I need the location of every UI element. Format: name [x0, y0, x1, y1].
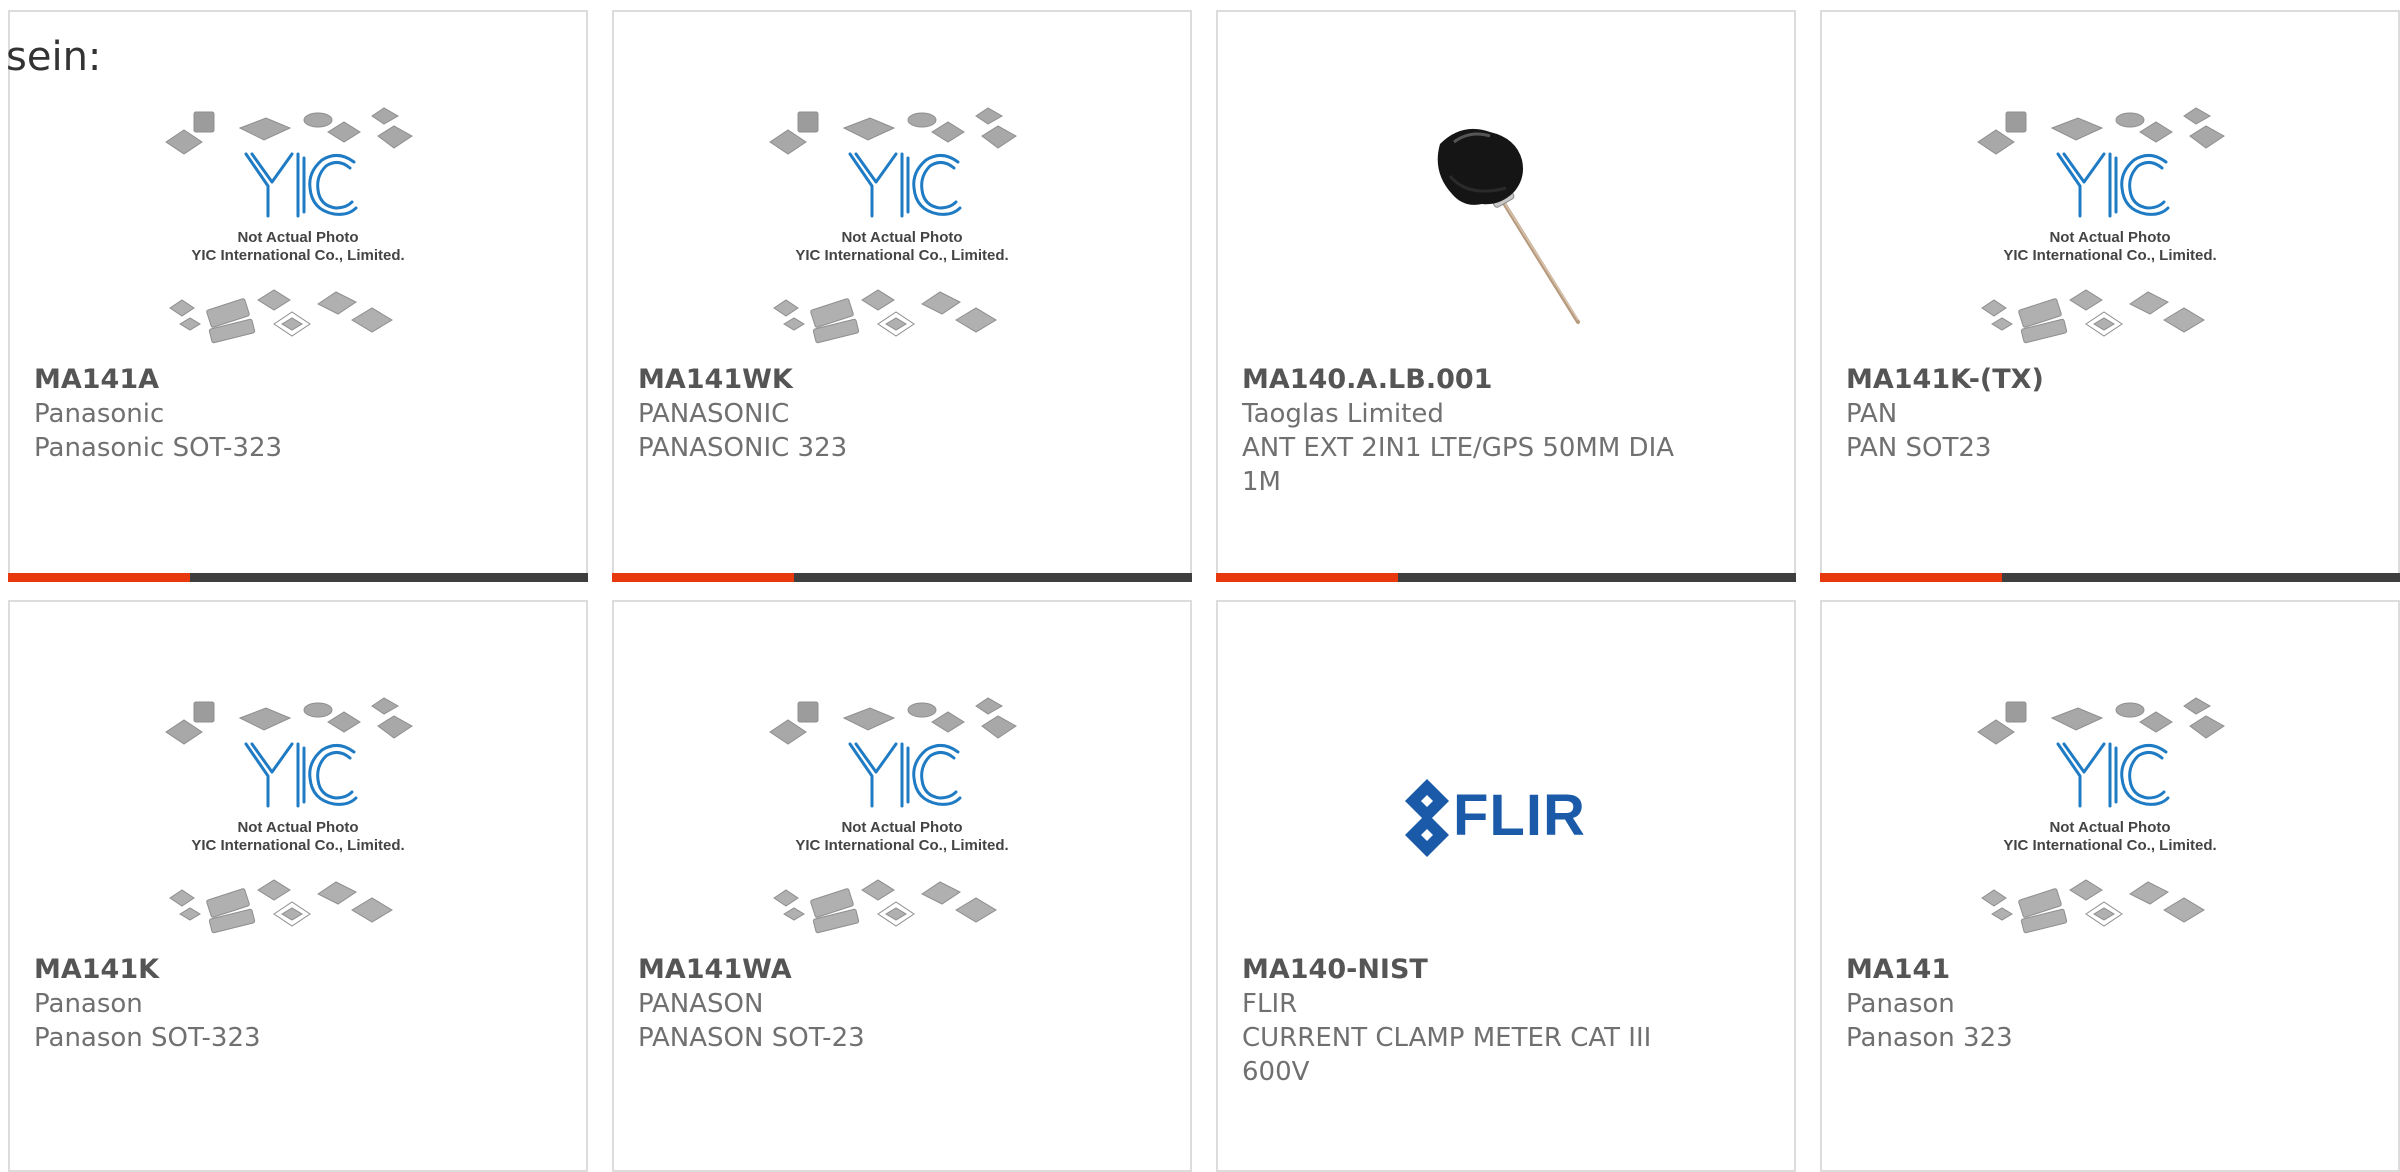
product-image[interactable]: Not Actual Photo YIC International Co., …: [1822, 688, 2398, 940]
product-info: MA140.A.LB.001 Taoglas Limited ANT EXT 2IN…: [1242, 363, 1776, 499]
product-image[interactable]: Not Actual Photo YIC International Co., …: [614, 688, 1190, 940]
yic-company-caption: YIC International Co., Limited.: [795, 247, 1008, 264]
yic-placeholder-image: Not Actual Photo YIC International Co., …: [769, 107, 1017, 344]
product-description: PANASONIC 323: [638, 433, 848, 463]
product-image[interactable]: FLIR: [1218, 688, 1794, 940]
product-info: MA141WK PANASONIC PANASONIC 323: [638, 363, 1172, 465]
product-description: ANT EXT 2IN1 LTE/GPS 50MM DIA 1M: [1242, 433, 1675, 497]
manufacturer-name: PAN: [1846, 399, 1898, 429]
part-number-link[interactable]: MA140.A.LB.001: [1242, 363, 1776, 397]
product-image[interactable]: Not Actual Photo YIC International Co., …: [1822, 98, 2398, 350]
yic-company-caption: YIC International Co., Limited.: [795, 837, 1008, 854]
product-info: MA141K-(TX) PAN PAN SOT23: [1846, 363, 2380, 465]
accent-segment: [8, 573, 190, 582]
part-number-link[interactable]: MA141: [1846, 953, 2380, 987]
manufacturer-name: FLIR: [1242, 989, 1298, 1019]
not-actual-photo-caption: Not Actual Photo: [237, 229, 358, 246]
accent-segment: [1216, 573, 1398, 582]
product-info: MA141A Panasonic Panasonic SOT-323: [34, 363, 568, 465]
manufacturer-name: Panasonic: [34, 399, 165, 429]
product-info: MA141 Panason Panason 323: [1846, 953, 2380, 1055]
product-info: MA140-NIST FLIR CURRENT CLAMP METER CAT II…: [1242, 953, 1776, 1089]
card-accent-bar: [8, 573, 588, 582]
product-image[interactable]: Not Actual Photo YIC International Co., …: [10, 98, 586, 350]
product-card[interactable]: Not Actual Photo YIC International Co., …: [1820, 10, 2400, 582]
not-actual-photo-caption: Not Actual Photo: [841, 229, 962, 246]
product-card[interactable]: Not Actual Photo YIC International Co., …: [612, 10, 1192, 582]
product-card[interactable]: Not Actual Photo YIC International Co., …: [8, 10, 588, 582]
accent-segment: [1820, 573, 2002, 582]
product-card[interactable]: FLIR MA140-NIST FLIR CURRENT CLAMP METER C…: [1216, 600, 1796, 1172]
yic-company-caption: YIC International Co., Limited.: [191, 247, 404, 264]
product-card[interactable]: MA140.A.LB.001 Taoglas Limited ANT EXT 2IN…: [1216, 10, 1796, 582]
manufacturer-name: Panason: [1846, 989, 1955, 1019]
part-number-link[interactable]: MA141WA: [638, 953, 1172, 987]
yic-placeholder-image: Not Actual Photo YIC International Co., …: [165, 697, 413, 934]
product-description: PAN SOT23: [1846, 433, 1992, 463]
card-accent-bar: [1820, 573, 2400, 582]
product-image[interactable]: Not Actual Photo YIC International Co., …: [10, 688, 586, 940]
yic-placeholder-image: Not Actual Photo YIC International Co., …: [1977, 107, 2225, 344]
not-actual-photo-caption: Not Actual Photo: [237, 819, 358, 836]
part-number-link[interactable]: MA140-NIST: [1242, 953, 1776, 987]
product-description: PANASON SOT-23: [638, 1023, 865, 1053]
svg-text:FLIR: FLIR: [1453, 783, 1586, 848]
manufacturer-name: Panason: [34, 989, 143, 1019]
product-image[interactable]: [1218, 98, 1794, 350]
product-description: Panasonic SOT-323: [34, 433, 283, 463]
product-image[interactable]: Not Actual Photo YIC International Co., …: [614, 98, 1190, 350]
not-actual-photo-caption: Not Actual Photo: [2049, 229, 2170, 246]
yic-placeholder-image: Not Actual Photo YIC International Co., …: [165, 107, 413, 344]
manufacturer-name: PANASON: [638, 989, 764, 1019]
not-actual-photo-caption: Not Actual Photo: [2049, 819, 2170, 836]
yic-company-caption: YIC International Co., Limited.: [191, 837, 404, 854]
product-description: Panason 323: [1846, 1023, 2013, 1053]
product-card[interactable]: Not Actual Photo YIC International Co., …: [612, 600, 1192, 1172]
not-actual-photo-caption: Not Actual Photo: [841, 819, 962, 836]
yic-company-caption: YIC International Co., Limited.: [2003, 837, 2216, 854]
yic-placeholder-image: Not Actual Photo YIC International Co., …: [769, 697, 1017, 934]
product-info: MA141WA PANASON PANASON SOT-23: [638, 953, 1172, 1055]
product-card[interactable]: Not Actual Photo YIC International Co., …: [1820, 600, 2400, 1172]
part-number-link[interactable]: MA141WK: [638, 363, 1172, 397]
product-description: Panason SOT-323: [34, 1023, 261, 1053]
manufacturer-name: Taoglas Limited: [1242, 399, 1444, 429]
yic-placeholder-image: Not Actual Photo YIC International Co., …: [1977, 697, 2225, 934]
manufacturer-name: PANASONIC: [638, 399, 790, 429]
accent-segment: [612, 573, 794, 582]
product-info: MA141K Panason Panason SOT-323: [34, 953, 568, 1055]
antenna-photo: [1406, 114, 1606, 334]
product-card[interactable]: Not Actual Photo YIC International Co., …: [8, 600, 588, 1172]
part-number-link[interactable]: MA141K-(TX): [1846, 363, 2380, 397]
flir-logo: FLIR: [1405, 779, 1586, 857]
part-number-link[interactable]: MA141A: [34, 363, 568, 397]
lead-text: sein:: [6, 34, 102, 80]
card-accent-bar: [1216, 573, 1796, 582]
product-description: CURRENT CLAMP METER CAT III 600V: [1242, 1023, 1652, 1087]
yic-company-caption: YIC International Co., Limited.: [2003, 247, 2216, 264]
part-number-link[interactable]: MA141K: [34, 953, 568, 987]
card-accent-bar: [612, 573, 1192, 582]
